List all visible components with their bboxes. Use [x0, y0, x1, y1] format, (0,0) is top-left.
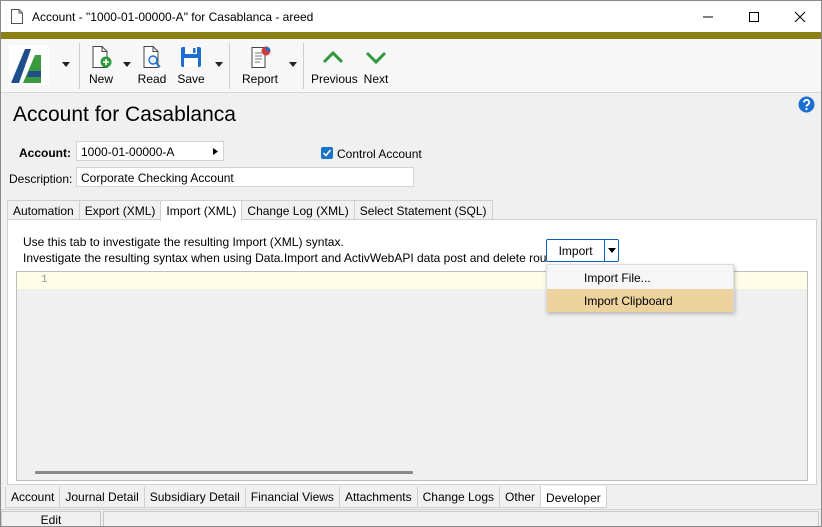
- tab-import-xml-label: Import (XML): [166, 204, 237, 218]
- help-icon[interactable]: [798, 96, 815, 113]
- minimize-button[interactable]: [685, 1, 731, 32]
- save-disk-icon: [181, 47, 201, 67]
- instruction-line-2: Investigate the resulting syntax when us…: [23, 251, 566, 265]
- top-tab-strip: Automation Export (XML) Import (XML) Cha…: [7, 200, 493, 221]
- new-label: New: [88, 72, 113, 86]
- menu-item-import-file[interactable]: Import File...: [547, 266, 733, 289]
- previous-label: Previous: [311, 72, 358, 86]
- tab-change-logs-label: Change Logs: [422, 490, 495, 504]
- account-window: Account - "1000-01-00000-A" for Casablan…: [0, 0, 822, 527]
- tab-export-xml[interactable]: Export (XML): [78, 200, 162, 220]
- chevron-up-icon: [322, 50, 344, 64]
- instruction-line-1: Use this tab to investigate the resultin…: [23, 235, 344, 249]
- tab-subsidiary-detail[interactable]: Subsidiary Detail: [143, 487, 246, 508]
- new-document-icon: [92, 46, 112, 68]
- report-icon: [251, 46, 271, 68]
- window-title: Account - "1000-01-00000-A" for Casablan…: [32, 10, 314, 24]
- maximize-button[interactable]: [731, 1, 777, 32]
- tab-financial-views[interactable]: Financial Views: [244, 487, 340, 508]
- status-bar: Edit: [1, 509, 821, 526]
- tab-automation-label: Automation: [13, 204, 74, 218]
- tab-change-logs[interactable]: Change Logs: [416, 487, 501, 508]
- import-split-button[interactable]: Import: [546, 239, 619, 262]
- report-menu-chevron-down-icon[interactable]: [289, 62, 297, 67]
- tab-journal-detail-label: Journal Detail: [65, 490, 139, 504]
- tab-account-label: Account: [11, 490, 55, 504]
- tab-select-statement-sql[interactable]: Select Statement (SQL): [353, 200, 493, 220]
- import-dropdown-toggle[interactable]: [605, 240, 618, 261]
- bottom-tab-strip: Account Journal Detail Subsidiary Detail…: [5, 486, 607, 508]
- tab-attachments-label: Attachments: [344, 490, 412, 504]
- report-button[interactable]: Report: [241, 45, 279, 86]
- editor-gutter: 1: [17, 272, 51, 289]
- toolbar-separator: [79, 43, 80, 89]
- title-bar: Account - "1000-01-00000-A" for Casablan…: [1, 1, 821, 32]
- logo-menu-chevron-down-icon[interactable]: [62, 62, 70, 67]
- line-number: 1: [41, 274, 48, 286]
- account-value: 1000-01-00000-A: [81, 145, 175, 159]
- tab-attachments[interactable]: Attachments: [338, 487, 418, 508]
- read-label: Read: [137, 72, 167, 86]
- tab-subsidiary-detail-label: Subsidiary Detail: [149, 490, 240, 504]
- tab-select-statement-sql-label: Select Statement (SQL): [359, 204, 487, 218]
- new-button[interactable]: New: [87, 45, 115, 86]
- save-label: Save: [177, 72, 205, 86]
- next-label: Next: [363, 72, 389, 86]
- tab-developer[interactable]: Developer: [540, 486, 607, 508]
- status-panel: [103, 511, 819, 526]
- app-logo-icon[interactable]: [9, 45, 49, 85]
- menu-item-import-clipboard[interactable]: Import Clipboard: [547, 289, 733, 312]
- tab-change-log-xml[interactable]: Change Log (XML): [241, 200, 355, 220]
- checkmark-icon: [322, 149, 332, 157]
- tab-change-log-xml-label: Change Log (XML): [247, 204, 349, 218]
- description-label: Description:: [9, 172, 73, 186]
- save-button[interactable]: Save: [176, 45, 206, 86]
- tab-account[interactable]: Account: [5, 487, 61, 508]
- chevron-down-icon: [607, 248, 616, 253]
- close-button[interactable]: [777, 1, 821, 32]
- toolbar-separator: [303, 43, 304, 89]
- account-label: Account:: [19, 146, 71, 160]
- save-menu-chevron-down-icon[interactable]: [215, 62, 223, 67]
- account-field[interactable]: 1000-01-00000-A: [76, 141, 224, 161]
- tab-other-label: Other: [505, 490, 536, 504]
- tab-other[interactable]: Other: [499, 487, 542, 508]
- tab-financial-views-label: Financial Views: [250, 490, 334, 504]
- previous-button[interactable]: Previous: [311, 45, 358, 86]
- maximize-icon: [749, 11, 759, 22]
- report-label: Report: [241, 72, 279, 86]
- toolbar: New Read Save Report Previous Next: [1, 39, 821, 93]
- account-lookup-arrow-icon[interactable]: [213, 148, 218, 155]
- accent-strip: [1, 32, 821, 39]
- chevron-down-icon: [365, 51, 387, 65]
- tab-developer-label: Developer: [546, 491, 601, 505]
- read-document-icon: [143, 46, 161, 68]
- description-value: Corporate Checking Account: [81, 171, 234, 185]
- read-button[interactable]: Read: [137, 45, 167, 86]
- document-icon: [11, 9, 23, 24]
- tab-import-xml[interactable]: Import (XML): [160, 200, 243, 221]
- import-dropdown-menu: Import File... Import Clipboard: [546, 264, 734, 312]
- toolbar-separator: [229, 43, 230, 89]
- minimize-icon: [703, 16, 713, 17]
- tab-automation[interactable]: Automation: [7, 200, 80, 220]
- new-menu-chevron-down-icon[interactable]: [123, 62, 131, 67]
- control-account-checkbox[interactable]: [321, 147, 333, 159]
- import-button[interactable]: Import: [547, 240, 604, 261]
- tab-export-xml-label: Export (XML): [84, 204, 156, 218]
- editor-horizontal-scrollbar[interactable]: [35, 471, 413, 474]
- tab-journal-detail[interactable]: Journal Detail: [59, 487, 145, 508]
- control-account-label: Control Account: [337, 147, 422, 161]
- close-icon: [794, 11, 806, 22]
- page-title: Account for Casablanca: [13, 103, 236, 126]
- description-field[interactable]: Corporate Checking Account: [76, 167, 414, 187]
- status-mode: Edit: [1, 511, 101, 526]
- next-button[interactable]: Next: [361, 45, 391, 86]
